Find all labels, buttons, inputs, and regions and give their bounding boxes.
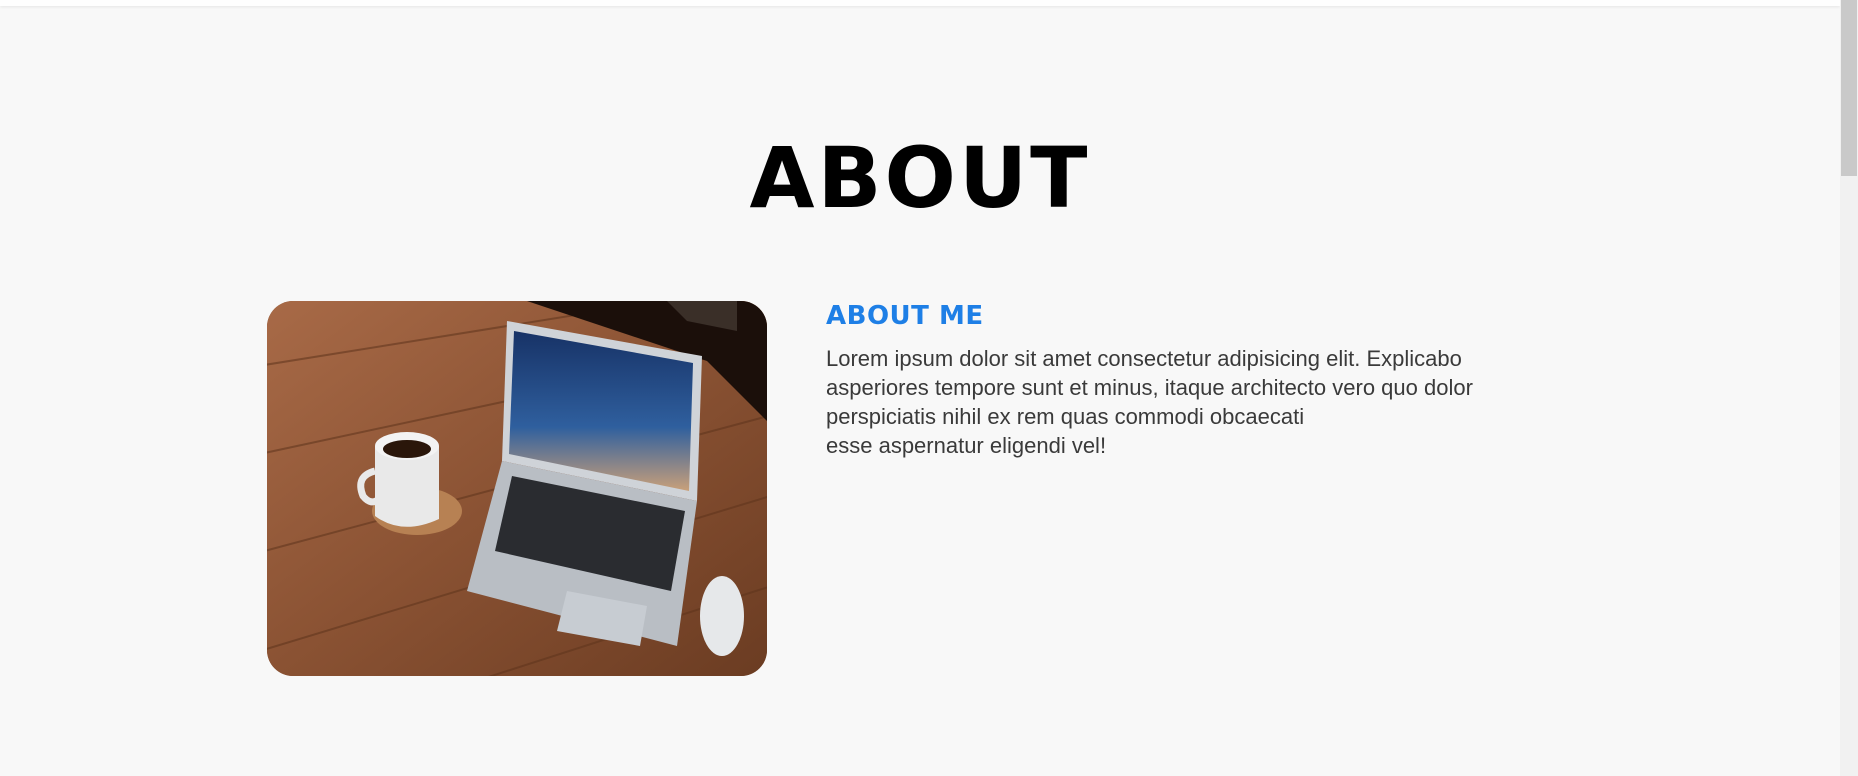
about-paragraph-line: asperiores tempore sunt et minus, itaque… xyxy=(826,375,1473,400)
mouse-icon xyxy=(700,576,744,656)
section-title: ABOUT xyxy=(749,129,1091,227)
about-text-block: ABOUT ME Lorem ipsum dolor sit amet cons… xyxy=(826,298,1546,460)
about-paragraph-line: Lorem ipsum dolor sit amet consectetur a… xyxy=(826,346,1462,371)
about-paragraph: Lorem ipsum dolor sit amet consectetur a… xyxy=(826,344,1546,460)
header-bar xyxy=(0,0,1840,6)
about-photo xyxy=(267,301,767,676)
about-page: ABOUT ABOUT ME Lorem ipsum dolor sit ame… xyxy=(0,0,1858,776)
about-paragraph-line: perspiciatis nihil ex rem quas commodi o… xyxy=(826,404,1305,429)
about-heading: ABOUT ME xyxy=(826,301,984,331)
scrollbar-track[interactable] xyxy=(1840,0,1858,776)
about-paragraph-line: esse aspernatur eligendi vel! xyxy=(826,433,1107,458)
scrollbar-thumb[interactable] xyxy=(1841,0,1857,176)
